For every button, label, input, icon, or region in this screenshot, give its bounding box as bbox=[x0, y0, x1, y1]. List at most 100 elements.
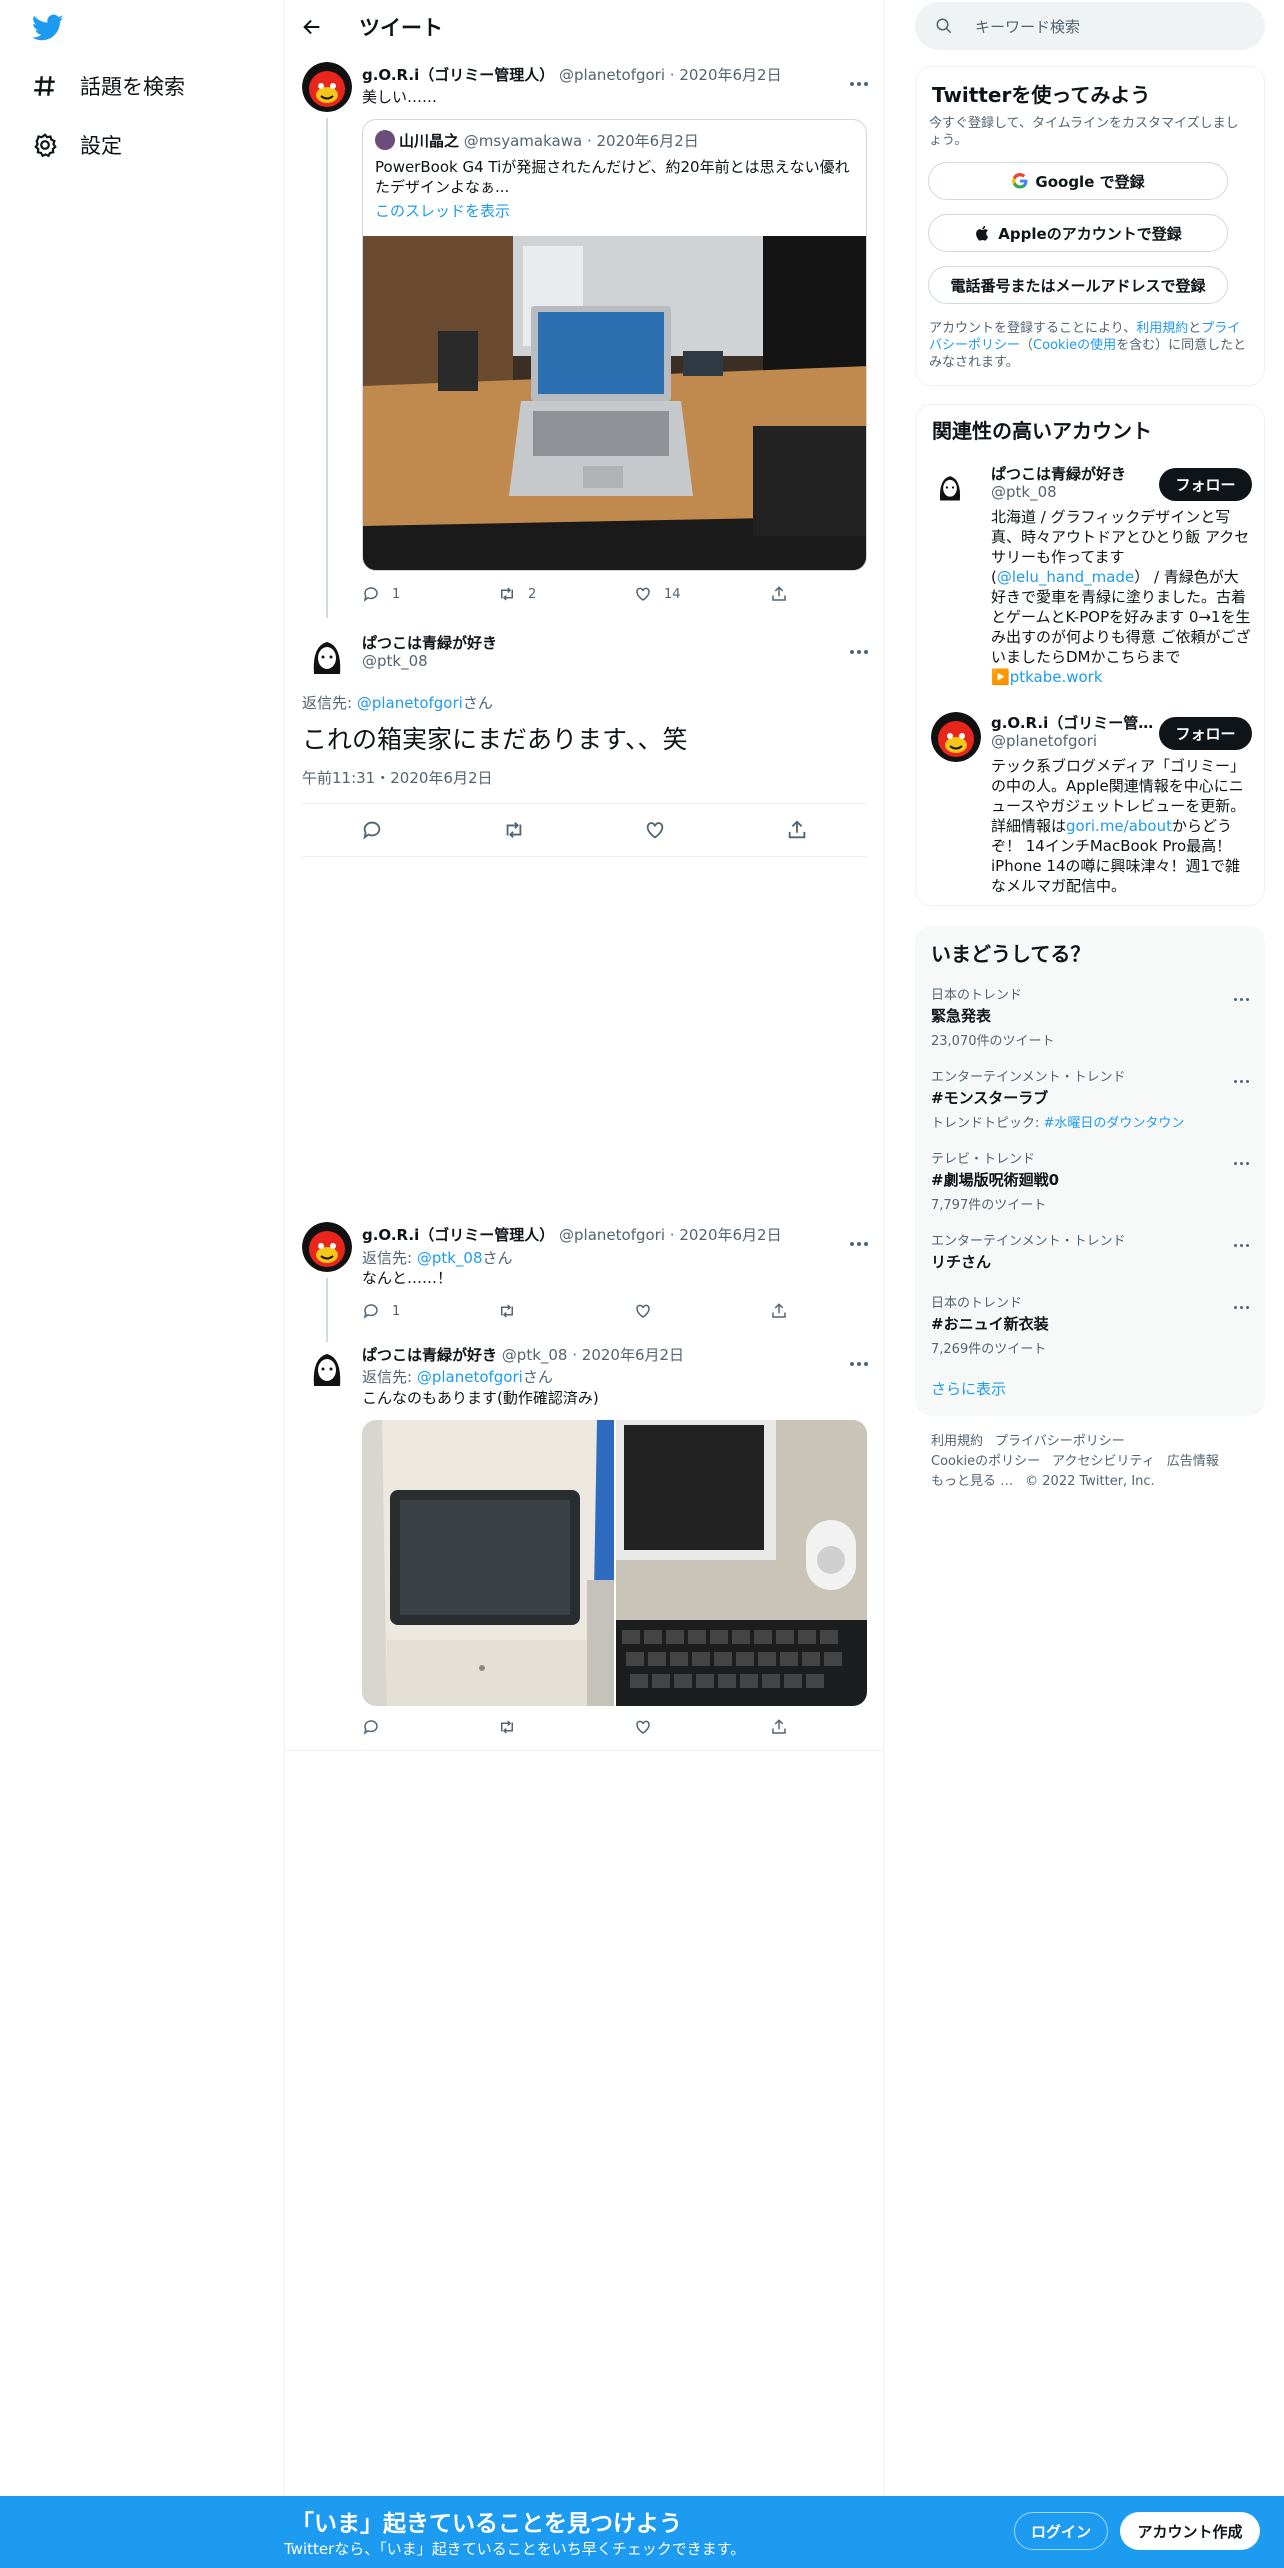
avatar-gori[interactable] bbox=[302, 62, 352, 112]
reply-button[interactable]: 1 bbox=[362, 1302, 498, 1320]
tweet-4-actions bbox=[362, 1718, 906, 1736]
reply-button[interactable]: 1 bbox=[362, 585, 498, 603]
share-button[interactable] bbox=[770, 1302, 906, 1320]
reply-to-link[interactable]: @planetofgori bbox=[357, 694, 463, 712]
follow-button[interactable]: フォロー bbox=[1159, 468, 1252, 501]
related-2-name[interactable]: g.O.R.i（ゴリミー管… bbox=[991, 712, 1153, 733]
trend-topic-link[interactable]: #水曜日のダウンタウン bbox=[1044, 1116, 1185, 1131]
related-1-name[interactable]: ぱつこは青緑が好き bbox=[991, 463, 1126, 484]
follow-button[interactable]: フォロー bbox=[1159, 717, 1252, 750]
reply-to-link[interactable]: @ptk_08 bbox=[417, 1249, 483, 1267]
tweet-1-name[interactable]: g.O.R.i（ゴリミー管理人） bbox=[362, 66, 554, 84]
back-arrow-icon[interactable] bbox=[301, 16, 323, 38]
retweet-icon bbox=[501, 1720, 513, 1734]
tweet-2-name[interactable]: ぱつこは青緑が好き bbox=[362, 634, 497, 652]
footer-link[interactable]: アクセシビリティ bbox=[1052, 1454, 1155, 1469]
heart-icon bbox=[636, 1304, 650, 1318]
more-icon[interactable] bbox=[850, 71, 872, 86]
more-icon[interactable] bbox=[1231, 1150, 1249, 1169]
tweet-1-handle[interactable]: @planetofgori bbox=[559, 66, 665, 84]
nav-settings[interactable]: 設定 bbox=[32, 125, 122, 165]
avatar-gori[interactable] bbox=[931, 712, 981, 762]
more-icon[interactable] bbox=[1231, 1294, 1249, 1313]
footer-link[interactable]: もっと見る … bbox=[931, 1474, 1013, 1489]
tweet-4-handle[interactable]: @ptk_08 bbox=[502, 1346, 568, 1364]
footer-link[interactable]: プライバシーポリシー bbox=[995, 1434, 1125, 1449]
tweet-4-date[interactable]: 2020年6月2日 bbox=[582, 1346, 684, 1364]
more-icon[interactable] bbox=[1231, 1068, 1249, 1087]
powerbook-photo[interactable] bbox=[363, 236, 867, 571]
bio-link[interactable]: gori.me/about bbox=[1066, 817, 1172, 835]
tweet-4-name[interactable]: ぱつこは青緑が好き bbox=[362, 1346, 497, 1364]
bottom-bar-subtitle: Twitterなら、「いま」起きていることをいち早くチェックできます。 bbox=[284, 2540, 746, 2558]
heart-icon[interactable] bbox=[644, 819, 666, 841]
tweet-2-header: ぱつこは青緑が好き bbox=[362, 632, 497, 653]
reply-to-link[interactable]: @planetofgori bbox=[417, 1368, 523, 1386]
footer-link[interactable]: Cookieのポリシー bbox=[931, 1454, 1040, 1469]
apple-signup-button[interactable]: Appleのアカウントで登録 bbox=[928, 214, 1228, 252]
avatar-ptk[interactable] bbox=[302, 1342, 352, 1392]
more-icon[interactable] bbox=[1231, 986, 1249, 1005]
like-button[interactable] bbox=[634, 1718, 770, 1736]
trend-item[interactable]: テレビ・トレンド #劇場版呪術廻戦0 7,797件のツイート bbox=[931, 1148, 1249, 1213]
tweet-1-date[interactable]: 2020年6月2日 bbox=[679, 66, 781, 84]
cookie-link[interactable]: Cookieの使用 bbox=[1033, 338, 1116, 353]
share-button[interactable] bbox=[770, 585, 906, 603]
bio-link[interactable]: @lelu_hand_made bbox=[997, 568, 1134, 586]
avatar-gori[interactable] bbox=[302, 1222, 352, 1272]
show-thread-link[interactable]: このスレッドを表示 bbox=[375, 200, 510, 221]
retweet-button[interactable] bbox=[498, 1718, 634, 1736]
more-icon[interactable] bbox=[850, 1231, 872, 1246]
footer-link[interactable]: 広告情報 bbox=[1167, 1454, 1219, 1469]
more-icon[interactable] bbox=[850, 1351, 872, 1366]
reply-icon[interactable] bbox=[361, 819, 383, 841]
login-button[interactable]: ログイン bbox=[1014, 2512, 1108, 2550]
footer: 利用規約 プライバシーポリシー Cookieのポリシー アクセシビリティ 広告情報 も… bbox=[931, 1432, 1251, 1492]
twitter-logo-icon[interactable] bbox=[32, 14, 64, 42]
trend-title: #劇場版呪術廻戦0 bbox=[931, 1171, 1060, 1189]
vintage-mac-photo[interactable] bbox=[362, 1420, 614, 1706]
google-signup-button[interactable]: Google で登録 bbox=[928, 162, 1228, 200]
retweet-button[interactable]: 2 bbox=[498, 585, 634, 603]
share-icon bbox=[772, 1719, 786, 1734]
trend-item[interactable]: 日本のトレンド #おニュイ新衣装 7,269件のツイート bbox=[931, 1292, 1249, 1357]
more-icon[interactable] bbox=[850, 639, 872, 654]
footer-link[interactable]: 利用規約 bbox=[931, 1434, 983, 1449]
keyboard-photo[interactable] bbox=[616, 1420, 867, 1706]
more-icon[interactable] bbox=[1231, 1232, 1249, 1251]
tweet-3-handle[interactable]: @planetofgori bbox=[559, 1226, 665, 1244]
share-icon bbox=[772, 586, 786, 601]
reply-button[interactable] bbox=[362, 1718, 498, 1736]
like-button[interactable] bbox=[634, 1302, 770, 1320]
reply-prefix: 返信先: bbox=[362, 1249, 417, 1267]
show-more-link[interactable]: さらに表示 bbox=[931, 1378, 1006, 1399]
quoted-tweet-header: 山川晶之 @msyamakawa · 2020年6月2日 bbox=[375, 130, 699, 151]
phone-signup-button[interactable]: 電話番号またはメールアドレスで登録 bbox=[928, 266, 1228, 304]
avatar-ptk[interactable] bbox=[302, 630, 352, 680]
bottom-bar-title: 「いま」起きていることを見つけよう bbox=[291, 2511, 682, 2537]
trends-card: いまどうしてる？ 日本のトレンド 緊急発表 23,070件のツイート エンターテ… bbox=[915, 926, 1265, 1416]
trend-title: 緊急発表 bbox=[931, 1007, 992, 1025]
retweet-icon[interactable] bbox=[503, 819, 525, 841]
tweet-3-date[interactable]: 2020年6月2日 bbox=[679, 1226, 781, 1244]
like-button[interactable]: 14 bbox=[634, 585, 770, 603]
search-box[interactable]: キーワード検索 bbox=[915, 2, 1265, 50]
quoted-tweet[interactable]: 山川晶之 @msyamakawa · 2020年6月2日 PowerBook G… bbox=[362, 119, 867, 571]
terms-link[interactable]: 利用規約 bbox=[1136, 321, 1188, 336]
tweet-2-handle[interactable]: @ptk_08 bbox=[362, 652, 428, 670]
retweet-button[interactable] bbox=[498, 1302, 634, 1320]
tweet-3-name[interactable]: g.O.R.i（ゴリミー管理人） bbox=[362, 1226, 554, 1244]
page-header: ツイート bbox=[285, 0, 884, 53]
tweet-2-timestamp[interactable]: 午前11:31・2020年6月2日 bbox=[302, 767, 493, 788]
avatar-ptk[interactable] bbox=[931, 467, 969, 505]
trend-item[interactable]: エンターテインメント・トレンド リチさん bbox=[931, 1230, 1249, 1272]
related-1-handle[interactable]: @ptk_08 bbox=[991, 483, 1057, 501]
trend-item[interactable]: エンターテインメント・トレンド #モンスターラブ トレンドトピック: #水曜日の… bbox=[931, 1066, 1249, 1131]
trend-item[interactable]: 日本のトレンド 緊急発表 23,070件のツイート bbox=[931, 984, 1249, 1049]
related-2-handle[interactable]: @planetofgori bbox=[991, 732, 1097, 750]
share-icon[interactable] bbox=[786, 819, 808, 841]
share-button[interactable] bbox=[770, 1718, 906, 1736]
bio-link[interactable]: ptkabe.work bbox=[1010, 668, 1103, 686]
signup-button[interactable]: アカウント作成 bbox=[1120, 2512, 1260, 2550]
nav-explore[interactable]: 話題を検索 bbox=[32, 66, 185, 106]
